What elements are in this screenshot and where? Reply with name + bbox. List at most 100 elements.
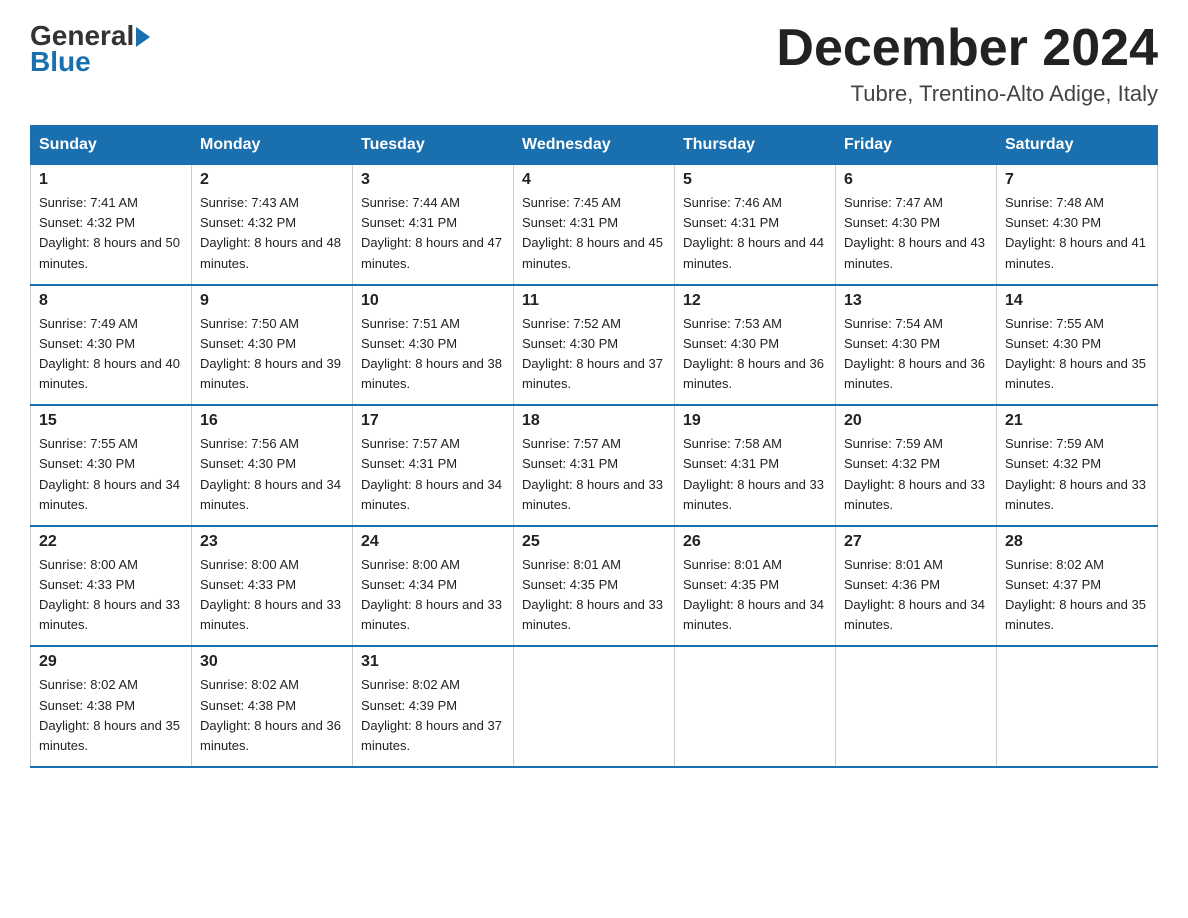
day-info: Sunrise: 7:54 AMSunset: 4:30 PMDaylight:… [844,316,985,391]
calendar-subtitle: Tubre, Trentino-Alto Adige, Italy [776,81,1158,107]
day-number: 1 [39,171,183,189]
calendar-day-31: 31 Sunrise: 8:02 AMSunset: 4:39 PMDaylig… [353,646,514,767]
day-number: 2 [200,171,344,189]
calendar-day-2: 2 Sunrise: 7:43 AMSunset: 4:32 PMDayligh… [192,165,353,285]
calendar-day-9: 9 Sunrise: 7:50 AMSunset: 4:30 PMDayligh… [192,285,353,406]
day-number: 20 [844,412,988,430]
empty-cell [675,646,836,767]
day-number: 12 [683,292,827,310]
day-number: 30 [200,653,344,671]
day-info: Sunrise: 7:56 AMSunset: 4:30 PMDaylight:… [200,436,341,511]
day-number: 31 [361,653,505,671]
day-number: 26 [683,533,827,551]
calendar-week-5: 29 Sunrise: 8:02 AMSunset: 4:38 PMDaylig… [31,646,1158,767]
calendar-day-28: 28 Sunrise: 8:02 AMSunset: 4:37 PMDaylig… [997,526,1158,647]
day-number: 14 [1005,292,1149,310]
calendar-day-13: 13 Sunrise: 7:54 AMSunset: 4:30 PMDaylig… [836,285,997,406]
empty-cell [514,646,675,767]
day-info: Sunrise: 7:59 AMSunset: 4:32 PMDaylight:… [844,436,985,511]
day-info: Sunrise: 7:50 AMSunset: 4:30 PMDaylight:… [200,316,341,391]
calendar-day-1: 1 Sunrise: 7:41 AMSunset: 4:32 PMDayligh… [31,165,192,285]
header-day-wednesday: Wednesday [514,126,675,165]
calendar-day-19: 19 Sunrise: 7:58 AMSunset: 4:31 PMDaylig… [675,405,836,526]
day-info: Sunrise: 7:43 AMSunset: 4:32 PMDaylight:… [200,195,341,270]
day-info: Sunrise: 8:02 AMSunset: 4:37 PMDaylight:… [1005,557,1146,632]
empty-cell [997,646,1158,767]
calendar-day-23: 23 Sunrise: 8:00 AMSunset: 4:33 PMDaylig… [192,526,353,647]
empty-cell [836,646,997,767]
logo-blue-text: Blue [30,46,91,78]
day-number: 25 [522,533,666,551]
day-info: Sunrise: 8:01 AMSunset: 4:36 PMDaylight:… [844,557,985,632]
logo-arrow-icon [136,27,150,47]
calendar-week-3: 15 Sunrise: 7:55 AMSunset: 4:30 PMDaylig… [31,405,1158,526]
day-number: 21 [1005,412,1149,430]
day-info: Sunrise: 8:02 AMSunset: 4:38 PMDaylight:… [200,677,341,752]
calendar-week-1: 1 Sunrise: 7:41 AMSunset: 4:32 PMDayligh… [31,165,1158,285]
day-info: Sunrise: 7:58 AMSunset: 4:31 PMDaylight:… [683,436,824,511]
day-info: Sunrise: 8:00 AMSunset: 4:33 PMDaylight:… [200,557,341,632]
day-info: Sunrise: 7:52 AMSunset: 4:30 PMDaylight:… [522,316,663,391]
day-number: 16 [200,412,344,430]
calendar-day-4: 4 Sunrise: 7:45 AMSunset: 4:31 PMDayligh… [514,165,675,285]
header-day-sunday: Sunday [31,126,192,165]
day-info: Sunrise: 7:55 AMSunset: 4:30 PMDaylight:… [1005,316,1146,391]
day-number: 24 [361,533,505,551]
day-info: Sunrise: 7:57 AMSunset: 4:31 PMDaylight:… [361,436,502,511]
day-number: 4 [522,171,666,189]
calendar-day-8: 8 Sunrise: 7:49 AMSunset: 4:30 PMDayligh… [31,285,192,406]
calendar-day-20: 20 Sunrise: 7:59 AMSunset: 4:32 PMDaylig… [836,405,997,526]
logo: General Blue [30,20,150,78]
day-number: 15 [39,412,183,430]
day-info: Sunrise: 8:02 AMSunset: 4:39 PMDaylight:… [361,677,502,752]
day-number: 6 [844,171,988,189]
day-info: Sunrise: 8:01 AMSunset: 4:35 PMDaylight:… [683,557,824,632]
calendar-week-2: 8 Sunrise: 7:49 AMSunset: 4:30 PMDayligh… [31,285,1158,406]
day-number: 3 [361,171,505,189]
calendar-day-7: 7 Sunrise: 7:48 AMSunset: 4:30 PMDayligh… [997,165,1158,285]
day-number: 28 [1005,533,1149,551]
day-number: 19 [683,412,827,430]
day-info: Sunrise: 7:44 AMSunset: 4:31 PMDaylight:… [361,195,502,270]
day-number: 27 [844,533,988,551]
calendar-day-30: 30 Sunrise: 8:02 AMSunset: 4:38 PMDaylig… [192,646,353,767]
header-day-monday: Monday [192,126,353,165]
calendar-day-24: 24 Sunrise: 8:00 AMSunset: 4:34 PMDaylig… [353,526,514,647]
calendar-day-26: 26 Sunrise: 8:01 AMSunset: 4:35 PMDaylig… [675,526,836,647]
calendar-title: December 2024 [776,20,1158,77]
calendar-day-11: 11 Sunrise: 7:52 AMSunset: 4:30 PMDaylig… [514,285,675,406]
day-info: Sunrise: 7:55 AMSunset: 4:30 PMDaylight:… [39,436,180,511]
day-number: 9 [200,292,344,310]
day-info: Sunrise: 7:51 AMSunset: 4:30 PMDaylight:… [361,316,502,391]
day-number: 5 [683,171,827,189]
calendar-day-12: 12 Sunrise: 7:53 AMSunset: 4:30 PMDaylig… [675,285,836,406]
day-info: Sunrise: 7:48 AMSunset: 4:30 PMDaylight:… [1005,195,1146,270]
day-number: 7 [1005,171,1149,189]
calendar-day-15: 15 Sunrise: 7:55 AMSunset: 4:30 PMDaylig… [31,405,192,526]
day-info: Sunrise: 8:00 AMSunset: 4:34 PMDaylight:… [361,557,502,632]
day-info: Sunrise: 7:49 AMSunset: 4:30 PMDaylight:… [39,316,180,391]
day-info: Sunrise: 7:57 AMSunset: 4:31 PMDaylight:… [522,436,663,511]
calendar-day-27: 27 Sunrise: 8:01 AMSunset: 4:36 PMDaylig… [836,526,997,647]
calendar-day-6: 6 Sunrise: 7:47 AMSunset: 4:30 PMDayligh… [836,165,997,285]
calendar-day-14: 14 Sunrise: 7:55 AMSunset: 4:30 PMDaylig… [997,285,1158,406]
day-number: 13 [844,292,988,310]
day-number: 22 [39,533,183,551]
calendar-day-10: 10 Sunrise: 7:51 AMSunset: 4:30 PMDaylig… [353,285,514,406]
day-info: Sunrise: 8:01 AMSunset: 4:35 PMDaylight:… [522,557,663,632]
calendar-week-4: 22 Sunrise: 8:00 AMSunset: 4:33 PMDaylig… [31,526,1158,647]
day-number: 23 [200,533,344,551]
day-info: Sunrise: 7:46 AMSunset: 4:31 PMDaylight:… [683,195,824,270]
page-header: General Blue December 2024 Tubre, Trenti… [30,20,1158,107]
day-info: Sunrise: 7:53 AMSunset: 4:30 PMDaylight:… [683,316,824,391]
calendar-day-21: 21 Sunrise: 7:59 AMSunset: 4:32 PMDaylig… [997,405,1158,526]
day-info: Sunrise: 7:45 AMSunset: 4:31 PMDaylight:… [522,195,663,270]
title-area: December 2024 Tubre, Trentino-Alto Adige… [776,20,1158,107]
day-info: Sunrise: 8:00 AMSunset: 4:33 PMDaylight:… [39,557,180,632]
day-number: 29 [39,653,183,671]
calendar-table: SundayMondayTuesdayWednesdayThursdayFrid… [30,125,1158,768]
calendar-day-18: 18 Sunrise: 7:57 AMSunset: 4:31 PMDaylig… [514,405,675,526]
day-number: 18 [522,412,666,430]
calendar-day-17: 17 Sunrise: 7:57 AMSunset: 4:31 PMDaylig… [353,405,514,526]
day-number: 11 [522,292,666,310]
